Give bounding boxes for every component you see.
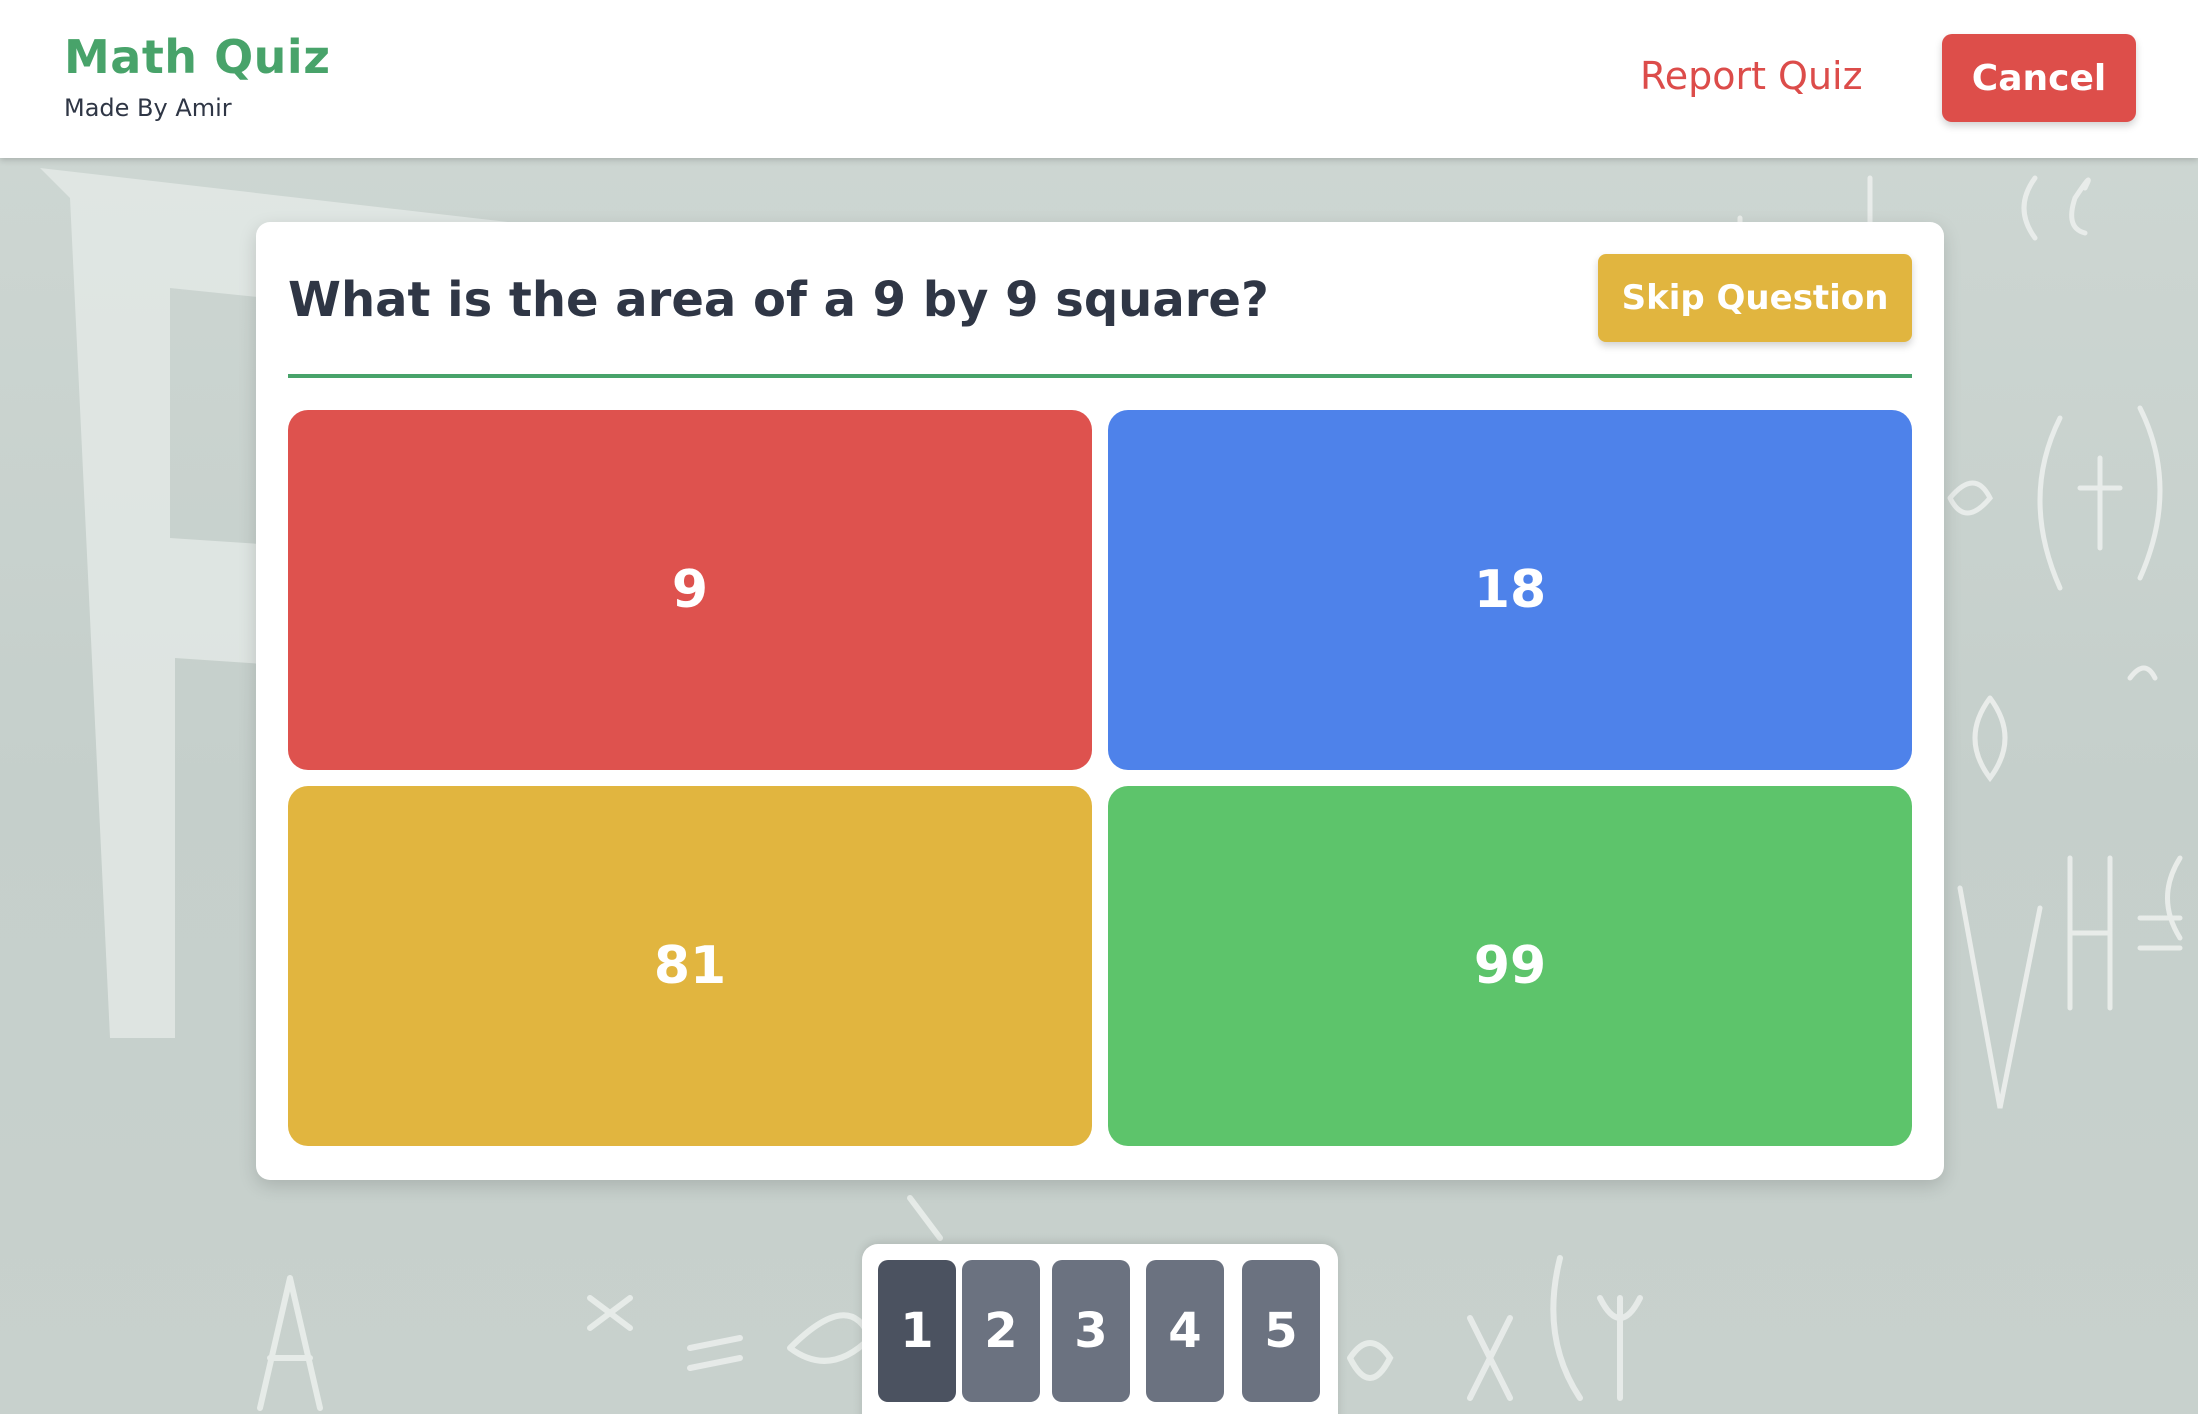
top-bar: Math Quiz Made By Amir Report Quiz Cance… — [0, 0, 2198, 158]
page-button-1[interactable]: 1 — [878, 1260, 956, 1402]
answer-label: 18 — [1473, 560, 1547, 620]
question-text: What is the area of a 9 by 9 square? — [288, 272, 1269, 328]
answer-option-3[interactable]: 81 — [288, 786, 1092, 1146]
answer-label: 81 — [653, 936, 727, 996]
app-title: Math Quiz — [64, 30, 331, 84]
question-divider — [288, 374, 1912, 378]
report-quiz-link[interactable]: Report Quiz — [1640, 54, 1863, 98]
page-button-5[interactable]: 5 — [1242, 1260, 1320, 1402]
page-button-4[interactable]: 4 — [1146, 1260, 1224, 1402]
answer-label: 9 — [671, 560, 709, 620]
page-button-2[interactable]: 2 — [962, 1260, 1040, 1402]
skip-question-button[interactable]: Skip Question — [1598, 254, 1912, 342]
question-pager: 1 2 3 4 5 — [862, 1244, 1338, 1414]
answer-option-2[interactable]: 18 — [1108, 410, 1912, 770]
quiz-card: What is the area of a 9 by 9 square? Ski… — [256, 222, 1944, 1180]
cancel-button[interactable]: Cancel — [1942, 34, 2136, 122]
page-button-3[interactable]: 3 — [1052, 1260, 1130, 1402]
answer-label: 99 — [1473, 936, 1547, 996]
answer-option-1[interactable]: 9 — [288, 410, 1092, 770]
answer-option-4[interactable]: 99 — [1108, 786, 1912, 1146]
app-subtitle: Made By Amir — [64, 94, 232, 122]
